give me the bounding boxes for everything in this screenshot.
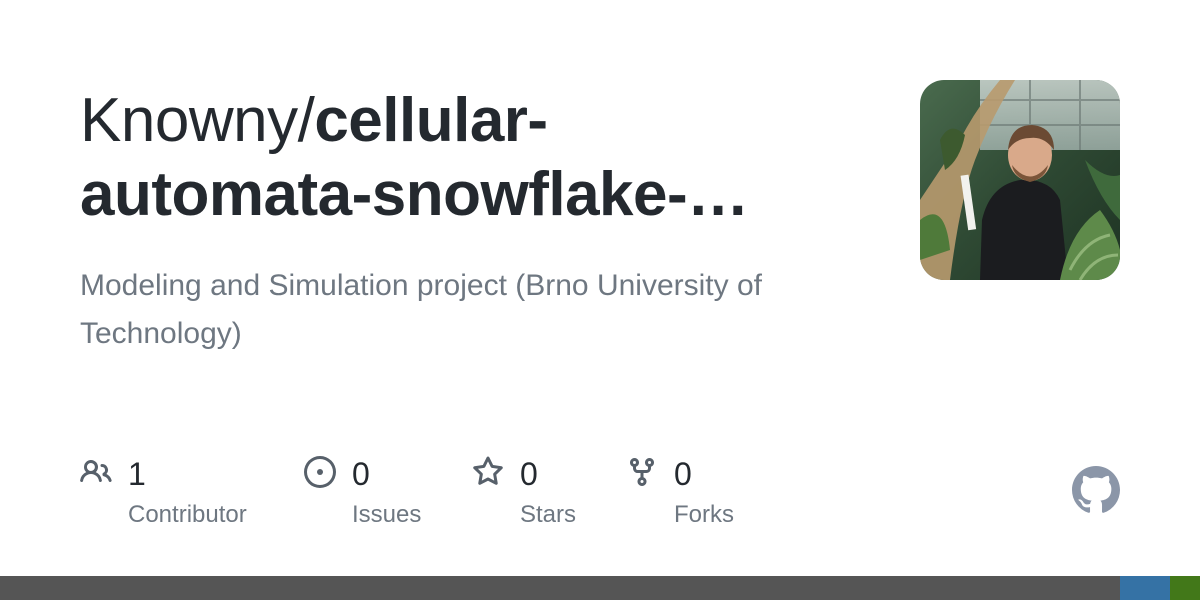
- issues-label: Issues: [352, 501, 422, 528]
- issue-opened-icon: [304, 456, 336, 488]
- stars-label: Stars: [520, 501, 577, 528]
- github-logo-icon[interactable]: [1072, 466, 1120, 514]
- repo-stats: 1 Contributor 0 Issues 0 Stars 0 Forks: [80, 452, 840, 542]
- contributors-count: 1: [128, 456, 146, 492]
- owner-avatar[interactable]: [920, 80, 1120, 280]
- repo-name-line2[interactable]: automata-snowflake-…: [80, 160, 749, 229]
- issues-count: 0: [352, 456, 370, 492]
- stars-count: 0: [520, 456, 538, 492]
- repo-owner[interactable]: Knowny/: [80, 86, 315, 155]
- language-bar-segment: [0, 576, 1120, 600]
- star-icon: [473, 456, 503, 485]
- repo-forked-icon: [630, 458, 654, 487]
- repo-description: Modeling and Simulation project (Brno Un…: [80, 269, 762, 350]
- repo-title[interactable]: Knowny/cellular- automata-snowflake-…: [80, 84, 880, 232]
- language-bar: [0, 576, 1200, 600]
- repo-name-line1[interactable]: cellular-: [314, 86, 548, 155]
- forks-label: Forks: [674, 501, 734, 528]
- avatar-photo: [920, 80, 1120, 280]
- contributors-label: Contributor: [128, 501, 247, 528]
- repo-social-card: Knowny/cellular- automata-snowflake-… Mo…: [0, 0, 1200, 600]
- language-bar-segment: [1120, 576, 1170, 600]
- language-bar-segment: [1170, 576, 1200, 600]
- people-icon: [80, 459, 112, 483]
- forks-count: 0: [674, 456, 692, 492]
